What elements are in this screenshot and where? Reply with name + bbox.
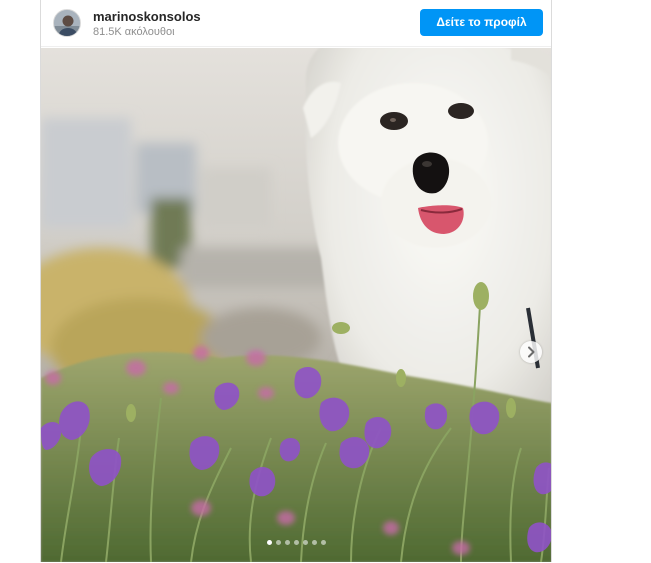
view-profile-button[interactable]: Δείτε το προφίλ [420,9,543,36]
carousel-dot [311,540,317,545]
post-header: marinoskonsolos 81.5K ακόλουθοι Δείτε το… [41,0,551,47]
page: marinoskonsolos 81.5K ακόλουθοι Δείτε το… [0,0,651,563]
instagram-embed-card: marinoskonsolos 81.5K ακόλουθοι Δείτε το… [40,0,552,562]
avatar-image [54,10,80,36]
carousel-dot [320,540,326,545]
carousel-dot [293,540,299,545]
dog-in-flowers-photo [41,48,551,562]
carousel-dot [284,540,290,545]
follower-count: 81.5K ακόλουθοι [93,26,175,38]
chevron-right-icon [528,346,535,358]
carousel-dot [302,540,308,545]
avatar[interactable] [53,9,81,37]
post-photo[interactable] [41,48,551,562]
carousel-dot-active [266,540,272,545]
carousel-indicator [256,540,336,548]
carousel-next-button[interactable] [520,341,542,363]
username-link[interactable]: marinoskonsolos [93,9,201,24]
carousel-dot [275,540,281,545]
